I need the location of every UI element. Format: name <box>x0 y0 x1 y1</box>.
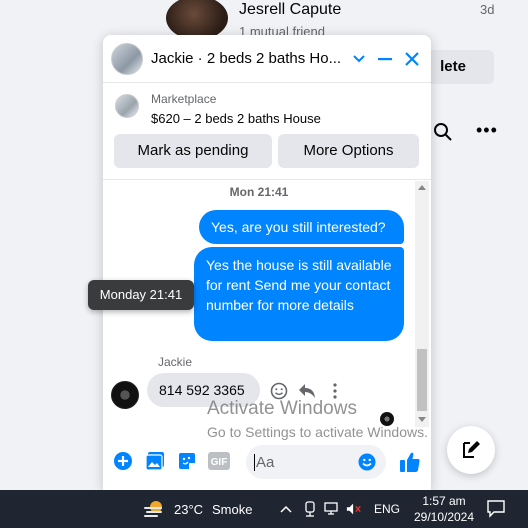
seen-indicator-avatar <box>380 412 394 426</box>
chat-avatar[interactable] <box>111 43 143 75</box>
message-composer: GIF Aa <box>103 440 431 490</box>
reply-icon[interactable] <box>297 381 317 401</box>
sender-name: Jackie <box>158 355 193 369</box>
input-language[interactable]: ENG <box>374 502 400 516</box>
network-icon[interactable] <box>324 501 340 517</box>
chevron-down-icon[interactable] <box>347 47 371 71</box>
contact-time: 3d <box>480 2 495 17</box>
emoji-icon[interactable] <box>358 453 376 471</box>
message-input[interactable]: Aa <box>246 445 386 479</box>
more-icon[interactable]: ••• <box>476 120 498 141</box>
incoming-message[interactable]: 814 592 3365 <box>147 373 260 407</box>
compose-icon <box>463 441 480 458</box>
notification-icon[interactable] <box>486 498 506 518</box>
clock-date: 29/10/2024 <box>413 510 475 524</box>
temperature[interactable]: 23°C <box>174 502 203 517</box>
contact-avatar[interactable] <box>166 0 228 40</box>
message-scrollbar[interactable] <box>415 181 429 427</box>
sticker-icon[interactable] <box>176 450 198 472</box>
scroll-down-icon[interactable] <box>418 417 426 422</box>
thumbs-up-icon[interactable] <box>398 450 422 474</box>
contact-name[interactable]: Jesrell Capute <box>239 1 341 19</box>
clock-time: 1:57 am <box>422 494 466 508</box>
volume-muted-icon[interactable] <box>346 501 362 517</box>
windows-taskbar: 23°C Smoke ENG 1:57 am 29/10/2024 <box>0 490 528 528</box>
date-separator: Mon 21:41 <box>229 185 289 199</box>
svg-text:GIF: GIF <box>211 457 228 468</box>
sender-avatar[interactable] <box>111 381 139 409</box>
minimize-icon[interactable] <box>373 47 397 71</box>
gif-icon[interactable]: GIF <box>208 450 230 472</box>
weather-condition[interactable]: Smoke <box>212 502 252 517</box>
more-actions-icon[interactable] <box>325 381 345 401</box>
mark-as-pending-button[interactable]: Mark as pending <box>114 134 272 168</box>
new-message-button[interactable] <box>447 426 495 474</box>
weather-smoke-icon[interactable] <box>142 499 166 519</box>
chevron-up-icon[interactable] <box>278 501 294 517</box>
plus-icon[interactable] <box>112 450 134 472</box>
chat-window: Jackie · 2 beds 2 baths Ho... Marketplac… <box>103 35 431 490</box>
message-input-placeholder: Aa <box>254 454 275 471</box>
device-icon[interactable] <box>302 501 318 517</box>
clock[interactable]: 1:57 am 29/10/2024 <box>412 493 476 525</box>
scroll-thumb[interactable] <box>417 349 427 411</box>
timestamp-tooltip: Monday 21:41 <box>88 280 194 310</box>
more-options-button[interactable]: More Options <box>278 134 419 168</box>
marketplace-panel: Marketplace $620 – 2 beds 2 baths House … <box>103 84 431 180</box>
chat-title[interactable]: Jackie · 2 beds 2 baths Ho... <box>151 50 346 67</box>
listing-title[interactable]: $620 – 2 beds 2 baths House <box>151 111 321 126</box>
photo-icon[interactable] <box>144 450 166 472</box>
marketplace-label: Marketplace <box>151 92 217 106</box>
scroll-up-icon[interactable] <box>418 185 426 190</box>
close-icon[interactable] <box>400 47 424 71</box>
chat-header: Jackie · 2 beds 2 baths Ho... <box>103 35 431 83</box>
outgoing-message[interactable]: Yes, are you still interested? <box>199 210 404 244</box>
outgoing-message[interactable]: Yes the house is still available for ren… <box>194 247 404 341</box>
search-icon[interactable] <box>433 122 453 142</box>
emoji-react-icon[interactable] <box>269 381 289 401</box>
listing-thumbnail[interactable] <box>115 94 139 118</box>
